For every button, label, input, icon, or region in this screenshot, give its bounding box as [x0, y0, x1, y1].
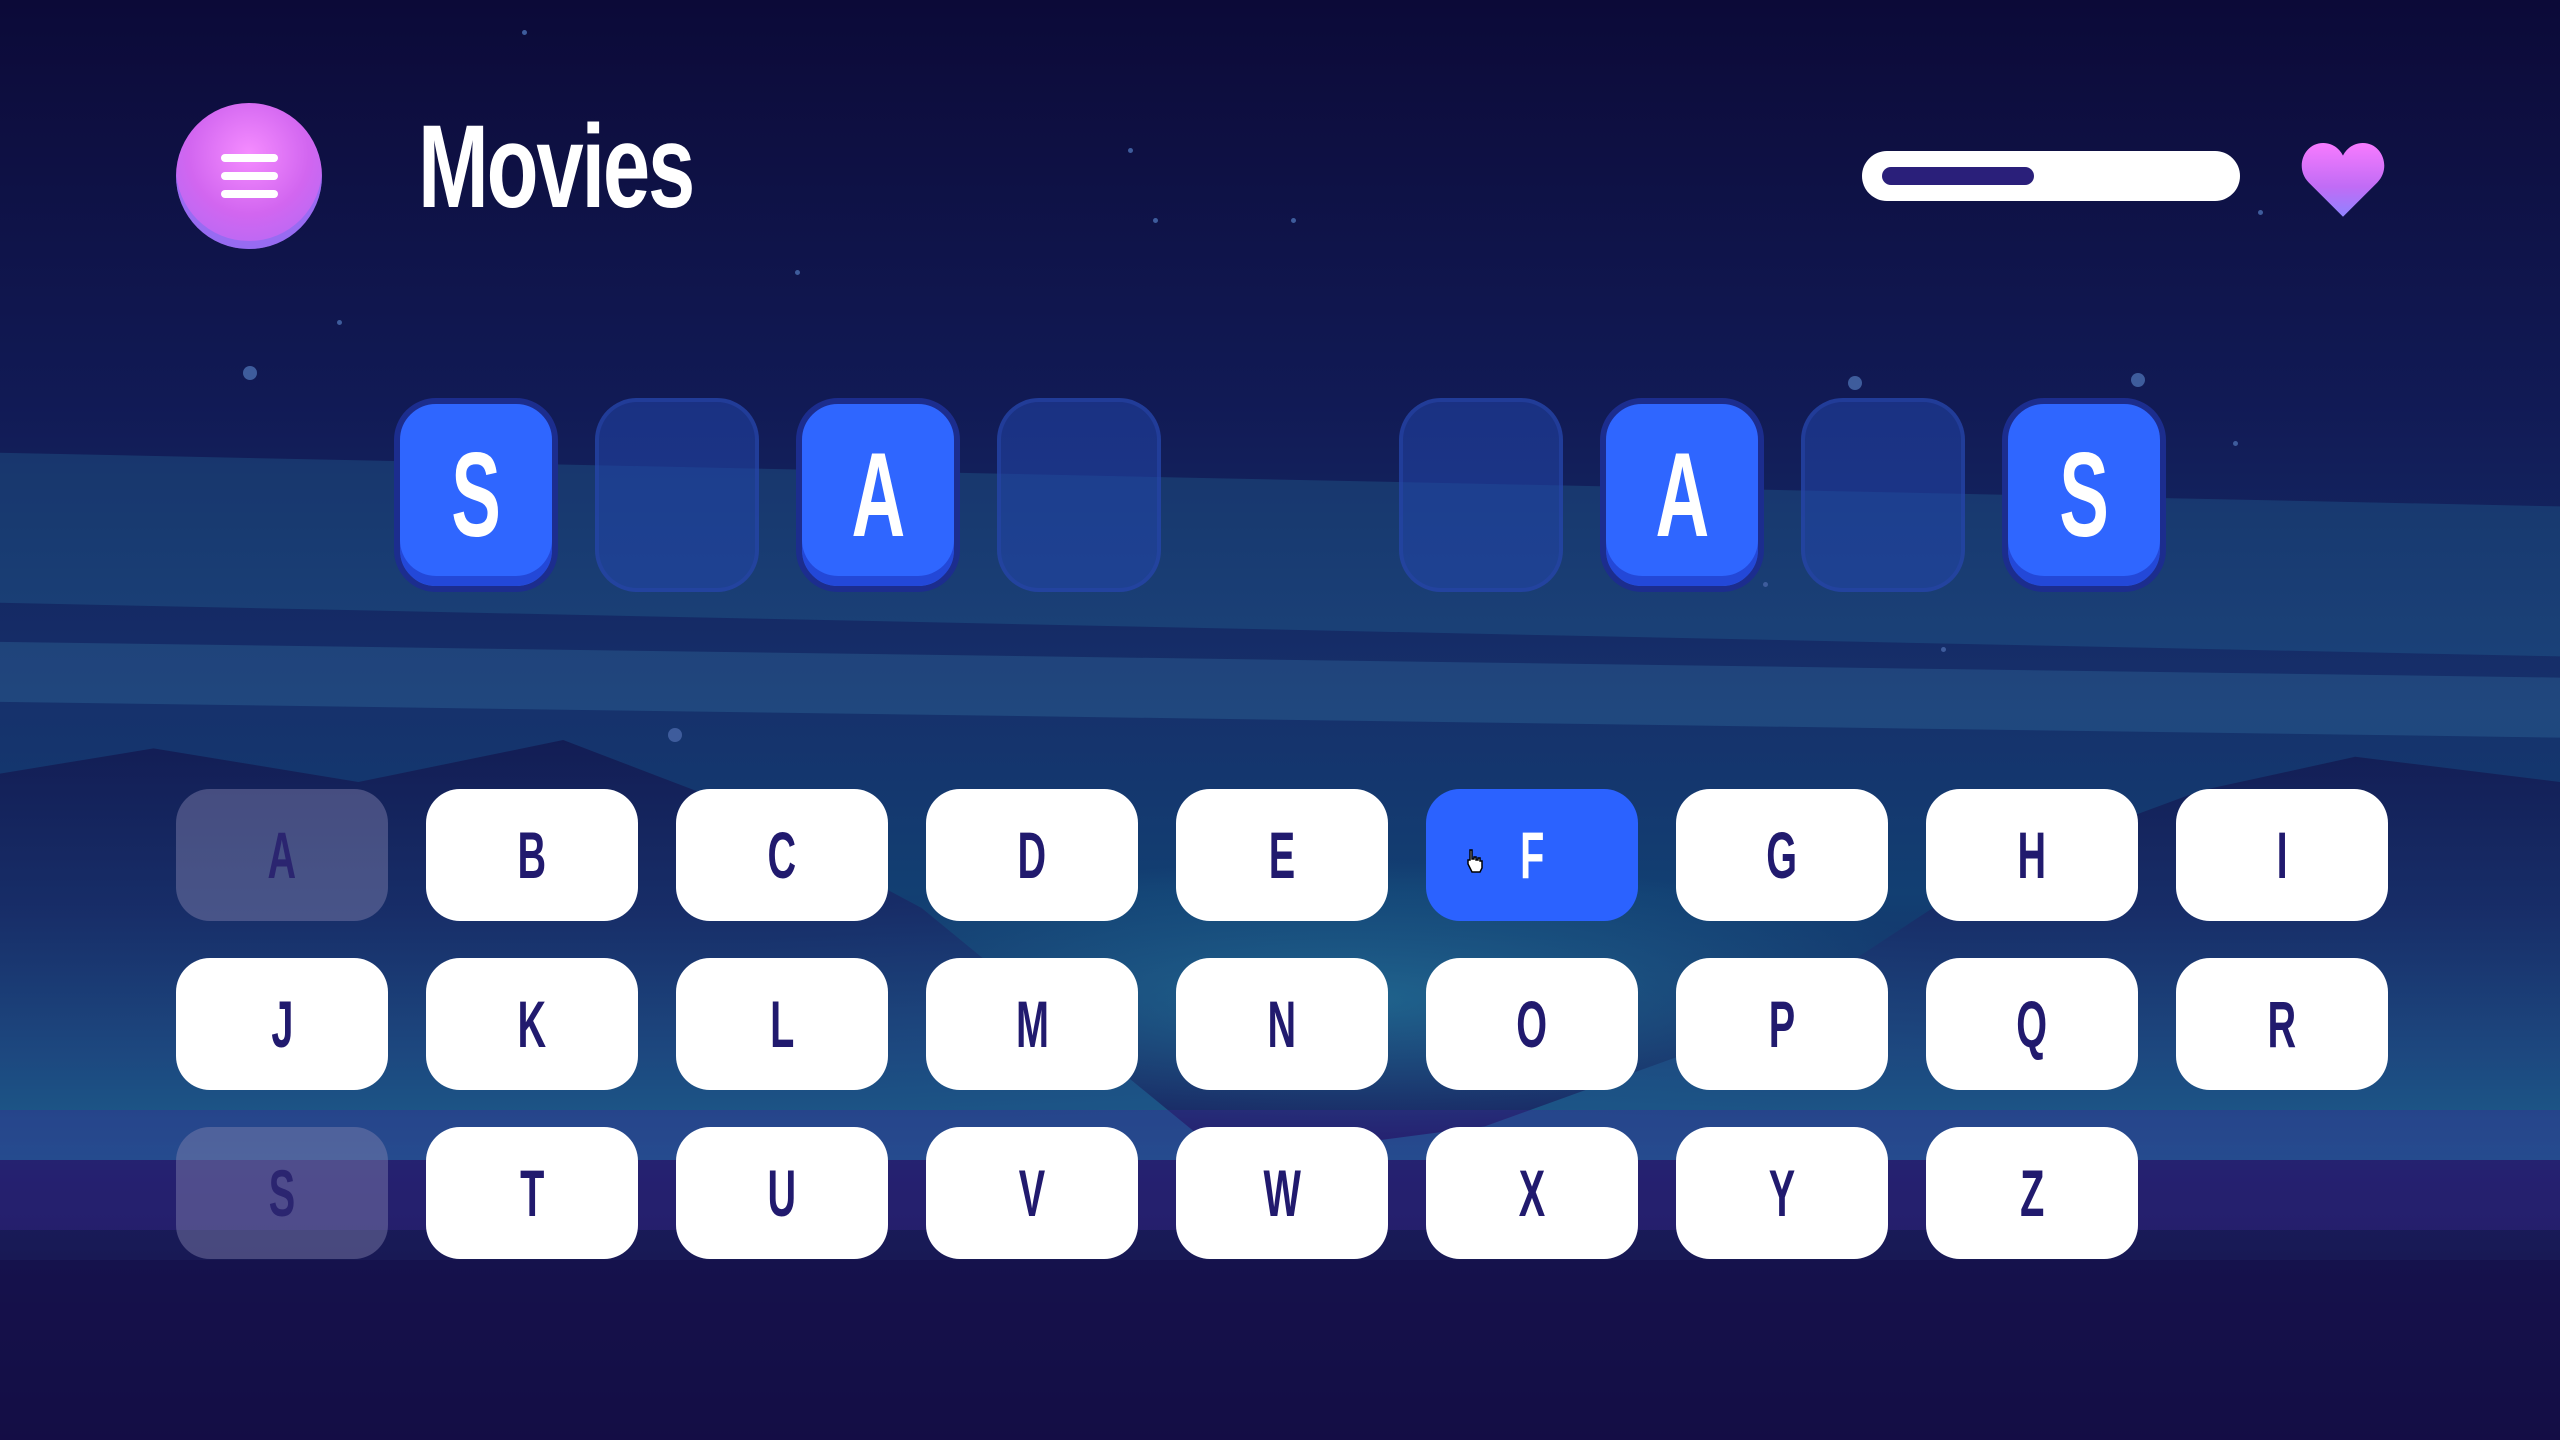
letter-slot-revealed: S: [2002, 398, 2166, 592]
slot-letter: A: [851, 428, 905, 562]
key-label: S: [268, 1156, 296, 1230]
key-label: P: [1768, 987, 1796, 1061]
key-label: J: [270, 987, 294, 1061]
key-x[interactable]: X: [1426, 1127, 1638, 1259]
key-r[interactable]: R: [2176, 958, 2388, 1090]
slot-letter: S: [2059, 428, 2109, 562]
category-title: Movies: [418, 101, 695, 233]
key-j[interactable]: J: [176, 958, 388, 1090]
key-label: F: [1519, 818, 1545, 892]
key-label: B: [517, 818, 547, 892]
star: [668, 728, 682, 742]
star: [2131, 373, 2145, 387]
key-e[interactable]: E: [1176, 789, 1388, 921]
key-v[interactable]: V: [926, 1127, 1138, 1259]
key-label: M: [1015, 987, 1049, 1061]
menu-button[interactable]: [176, 103, 322, 249]
key-label: T: [519, 1156, 545, 1230]
key-label: N: [1267, 987, 1297, 1061]
key-label: D: [1017, 818, 1047, 892]
key-label: R: [2267, 987, 2297, 1061]
background-band: [0, 640, 2560, 740]
key-label: Q: [2016, 987, 2048, 1061]
key-label: C: [767, 818, 797, 892]
heart-icon: [2301, 143, 2385, 217]
key-u[interactable]: U: [676, 1127, 888, 1259]
key-n[interactable]: N: [1176, 958, 1388, 1090]
background-band: [0, 1260, 2560, 1440]
key-label: Z: [2019, 1156, 2045, 1230]
key-y[interactable]: Y: [1676, 1127, 1888, 1259]
star: [1941, 647, 1946, 652]
key-label: V: [1018, 1156, 1046, 1230]
slot-letter: S: [451, 428, 501, 562]
background-band: [0, 450, 2560, 660]
star: [1291, 218, 1296, 223]
key-w[interactable]: W: [1176, 1127, 1388, 1259]
star: [243, 366, 257, 380]
key-label: L: [769, 987, 795, 1061]
key-label: Y: [1768, 1156, 1796, 1230]
key-label: W: [1263, 1156, 1301, 1230]
star: [522, 30, 527, 35]
letter-slot-revealed: A: [1600, 398, 1764, 592]
slot-letter: A: [1655, 428, 1709, 562]
key-k[interactable]: K: [426, 958, 638, 1090]
key-label: O: [1516, 987, 1548, 1061]
key-label: K: [517, 987, 547, 1061]
letter-slot-hidden: [595, 398, 759, 592]
pointer-cursor-icon: [1467, 849, 1483, 873]
key-a[interactable]: A: [176, 789, 388, 921]
key-label: E: [1268, 818, 1296, 892]
key-h[interactable]: H: [1926, 789, 2138, 921]
progress-bar: [1862, 151, 2240, 201]
key-label: I: [2276, 818, 2288, 892]
star: [2233, 441, 2238, 446]
key-i[interactable]: I: [2176, 789, 2388, 921]
key-b[interactable]: B: [426, 789, 638, 921]
key-z[interactable]: Z: [1926, 1127, 2138, 1259]
star: [1128, 148, 1133, 153]
star: [337, 320, 342, 325]
key-label: H: [2017, 818, 2047, 892]
star: [1763, 582, 1768, 587]
star: [2258, 210, 2263, 215]
key-p[interactable]: P: [1676, 958, 1888, 1090]
key-label: U: [767, 1156, 797, 1230]
letter-slot-revealed: S: [394, 398, 558, 592]
key-f[interactable]: F: [1426, 789, 1638, 921]
star: [1153, 218, 1158, 223]
key-s[interactable]: S: [176, 1127, 388, 1259]
key-o[interactable]: O: [1426, 958, 1638, 1090]
letter-slot-hidden: [997, 398, 1161, 592]
key-m[interactable]: M: [926, 958, 1138, 1090]
letter-slot-hidden: [1399, 398, 1563, 592]
key-q[interactable]: Q: [1926, 958, 2138, 1090]
key-label: G: [1766, 818, 1798, 892]
key-label: A: [267, 818, 297, 892]
star: [1848, 376, 1862, 390]
key-label: X: [1518, 1156, 1546, 1230]
letter-slot-hidden: [1801, 398, 1965, 592]
key-t[interactable]: T: [426, 1127, 638, 1259]
star: [795, 270, 800, 275]
key-g[interactable]: G: [1676, 789, 1888, 921]
key-l[interactable]: L: [676, 958, 888, 1090]
key-d[interactable]: D: [926, 789, 1138, 921]
letter-slot-revealed: A: [796, 398, 960, 592]
progress-fill: [1882, 167, 2034, 185]
key-c[interactable]: C: [676, 789, 888, 921]
